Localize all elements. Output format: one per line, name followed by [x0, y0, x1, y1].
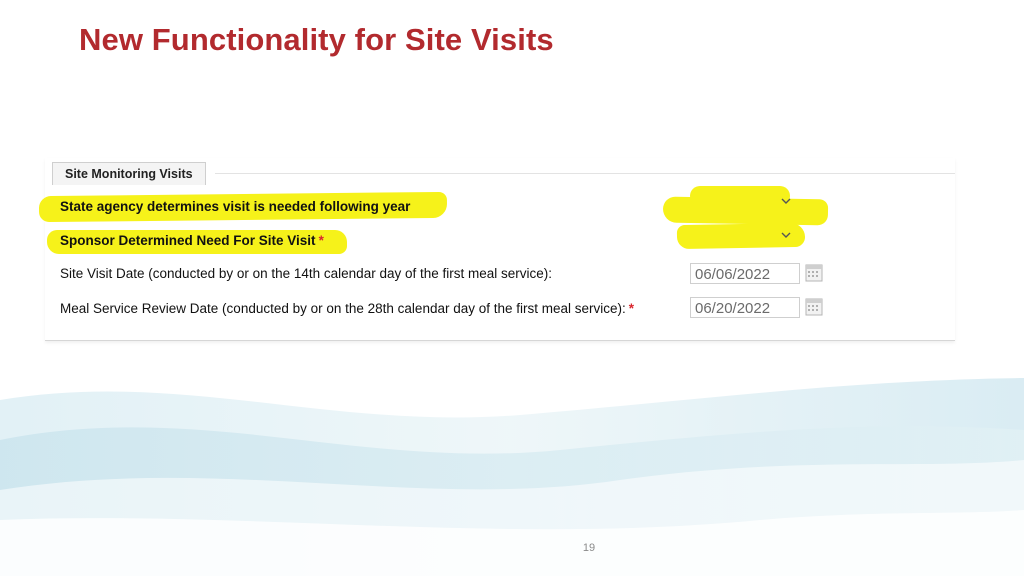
row-label-text: Sponsor Determined Need For Site Visit [60, 233, 316, 248]
state-agency-visit-select[interactable] [693, 194, 795, 214]
site-visit-date-field[interactable]: 06/06/2022 [690, 263, 800, 284]
row-label-text: Site Visit Date (conducted by or on the … [60, 266, 553, 281]
calendar-icon[interactable] [805, 298, 823, 316]
meal-service-review-date-field[interactable]: 06/20/2022 [690, 297, 800, 318]
slide-title: New Functionality for Site Visits [79, 22, 554, 57]
row-label-text: Meal Service Review Date (conducted by o… [60, 301, 626, 316]
chevron-down-icon [781, 195, 791, 209]
row-label-sponsor-need: Sponsor Determined Need For Site Visit * [60, 233, 324, 248]
chevron-down-icon [781, 229, 791, 243]
row-label-meal-service-review-date: Meal Service Review Date (conducted by o… [60, 301, 634, 316]
row-label-text: State agency determines visit is needed … [60, 199, 411, 214]
sponsor-need-select[interactable] [693, 228, 795, 248]
page-number: 19 [582, 542, 596, 554]
tab-divider [215, 173, 955, 174]
section-tab-site-monitoring-visits[interactable]: Site Monitoring Visits [52, 162, 206, 185]
required-marker: * [628, 301, 635, 316]
wave-background [0, 378, 1024, 576]
calendar-icon[interactable] [805, 264, 823, 282]
site-monitoring-form: Site Monitoring Visits State agency dete… [38, 158, 955, 341]
row-label-site-visit-date: Site Visit Date (conducted by or on the … [60, 266, 552, 281]
required-marker: * [318, 233, 324, 248]
row-label-state-agency-visit: State agency determines visit is needed … [60, 199, 410, 214]
